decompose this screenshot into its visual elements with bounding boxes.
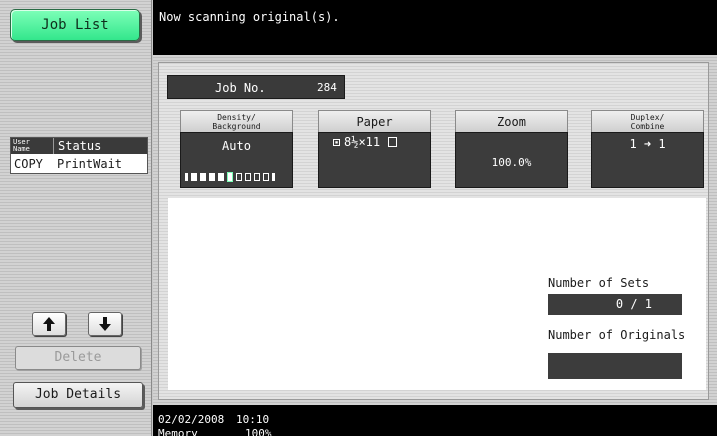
job-sidebar: Job List User Name Status COPY PrintWait… <box>0 0 152 436</box>
density-scale-end <box>185 173 188 181</box>
density-tick <box>263 173 269 181</box>
zoom-label: Zoom <box>455 110 568 132</box>
arrow-down-icon <box>99 317 111 331</box>
zoom-setting: Zoom 100.0% <box>455 110 568 188</box>
status-bar: 02/02/2008 10:10 Memory 100% <box>153 405 717 436</box>
status-time: 10:10 <box>236 413 270 426</box>
density-tick <box>218 173 224 181</box>
delete-button[interactable]: Delete <box>15 346 141 370</box>
density-tick <box>191 173 197 181</box>
density-tick <box>236 173 242 181</box>
job-user-cell: COPY <box>14 156 43 171</box>
paper-size-value: 8½×11 <box>344 135 381 149</box>
scan-status-message: Now scanning original(s). <box>159 10 340 24</box>
zoom-value-panel: 100.0% <box>455 132 568 188</box>
density-scale-end <box>272 173 275 181</box>
table-row[interactable]: COPY PrintWait <box>11 154 147 173</box>
job-number-display: Job No. 284 <box>167 75 345 99</box>
density-tick <box>245 173 251 181</box>
density-value: Auto <box>222 139 251 153</box>
memory-value: 100% <box>245 427 272 436</box>
scan-work-area: Number of Sets 0 / 1 Number of Originals <box>168 198 706 390</box>
job-number-value: 284 <box>317 81 337 94</box>
message-bar: Now scanning original(s). <box>153 0 717 55</box>
paper-orientation-icon <box>388 137 398 147</box>
density-tick <box>254 173 260 181</box>
job-list-button[interactable]: Job List <box>10 9 140 41</box>
job-list-table: User Name Status COPY PrintWait <box>10 137 148 174</box>
status-date: 02/02/2008 <box>158 413 225 426</box>
paper-tray-icon: ▪ <box>333 138 340 146</box>
density-background-value-panel: Auto <box>180 132 293 188</box>
number-of-originals-value <box>548 353 682 379</box>
number-of-sets-label: Number of Sets <box>548 276 650 290</box>
paper-label: Paper <box>318 110 431 132</box>
density-tick-current <box>227 172 233 182</box>
density-level-scale <box>185 171 289 183</box>
table-header: User Name Status <box>11 138 147 154</box>
scroll-up-button[interactable] <box>32 312 66 336</box>
job-number-label: Job No. <box>215 81 266 95</box>
duplex-combine-setting: Duplex/ Combine 1 ➜ 1 <box>591 110 704 188</box>
job-details-button[interactable]: Job Details <box>13 382 143 408</box>
density-tick <box>200 173 206 181</box>
duplex-combine-value-panel: 1 ➜ 1 <box>591 132 704 188</box>
job-status-cell: PrintWait <box>57 156 123 171</box>
number-of-originals-label: Number of Originals <box>548 328 686 342</box>
paper-setting: Paper ▪ 8½×11 <box>318 110 431 188</box>
column-header-user-name: User Name <box>13 138 30 153</box>
column-header-status: Status <box>53 138 147 154</box>
zoom-value: 100.0% <box>491 156 532 169</box>
density-background-label: Density/ Background <box>180 110 293 132</box>
arrow-up-icon <box>43 317 55 331</box>
memory-label: Memory <box>158 427 198 436</box>
duplex-combine-label: Duplex/ Combine <box>591 110 704 132</box>
number-of-sets-value: 0 / 1 <box>548 294 682 315</box>
density-background-setting: Density/ Background Auto <box>180 110 293 188</box>
duplex-value: 1 ➜ 1 <box>629 137 666 151</box>
density-tick <box>209 173 215 181</box>
paper-value-panel: ▪ 8½×11 <box>318 132 431 188</box>
scroll-down-button[interactable] <box>88 312 122 336</box>
